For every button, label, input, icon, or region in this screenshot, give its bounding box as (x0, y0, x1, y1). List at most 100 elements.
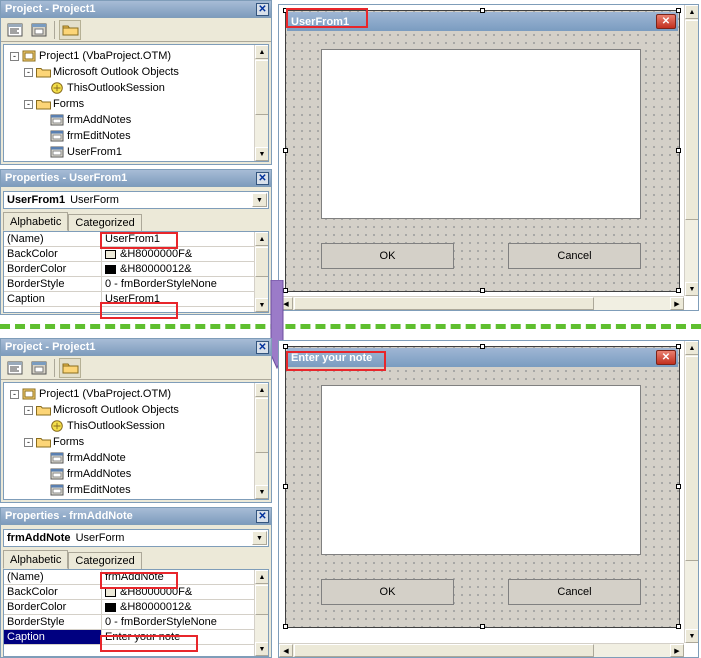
scroll-thumb[interactable] (685, 356, 698, 561)
tree-item[interactable]: frmAddNote (6, 450, 254, 466)
scroll-down-icon[interactable]: ▼ (255, 147, 268, 161)
close-icon[interactable]: ✕ (256, 509, 269, 523)
properties-vscrollbar-bottom[interactable]: ▲ ▼ (254, 570, 268, 656)
scroll-left-icon[interactable]: ◀ (279, 644, 293, 657)
scroll-thumb[interactable] (255, 398, 268, 453)
resize-handle[interactable] (480, 8, 485, 13)
tree-item[interactable]: - Project1 (VbaProject.OTM) (6, 386, 254, 402)
tree-expander-icon[interactable]: - (10, 51, 19, 61)
toggle-folders-button[interactable] (59, 19, 81, 40)
close-icon[interactable]: ✕ (256, 340, 269, 354)
properties-grid-top[interactable]: (Name) UserFrom1 BackColor &H8000000F& Borde… (3, 231, 269, 313)
resize-handle[interactable] (480, 624, 485, 629)
close-icon[interactable]: ✕ (256, 2, 269, 16)
userform-top[interactable]: UserFrom1 ✕ OK Cancel (283, 8, 681, 293)
chevron-down-icon[interactable]: ▼ (252, 531, 267, 545)
tree-expander-icon[interactable]: - (24, 99, 33, 109)
resize-handle[interactable] (283, 148, 288, 153)
tab-alphabetic[interactable]: Alphabetic (3, 550, 69, 569)
scroll-down-icon[interactable]: ▼ (685, 629, 698, 643)
project-tree-bottom[interactable]: - Project1 (VbaProject.OTM) - Microsoft Out… (3, 382, 269, 500)
userform-bottom[interactable]: Enter your note ✕ OK Cancel (283, 344, 681, 629)
tab-categorized[interactable]: Categorized (68, 552, 142, 569)
scroll-up-icon[interactable]: ▲ (255, 232, 268, 246)
scroll-down-icon[interactable]: ▼ (685, 282, 698, 296)
tree-expander-icon[interactable]: - (24, 405, 33, 415)
object-selector-top[interactable]: UserFrom1 UserForm ▼ (3, 191, 269, 209)
scroll-up-icon[interactable]: ▲ (685, 341, 698, 355)
property-row[interactable]: BackColor &H8000000F& (4, 247, 254, 262)
tree-expander-icon[interactable]: - (10, 389, 19, 399)
resize-handle[interactable] (480, 344, 485, 349)
resize-handle[interactable] (283, 624, 288, 629)
resize-handle[interactable] (283, 484, 288, 489)
tree-item[interactable]: frmAddNotes (6, 466, 254, 482)
cancel-button-top[interactable]: Cancel (508, 243, 641, 269)
close-icon[interactable]: ✕ (656, 14, 676, 29)
tree-item[interactable]: UserFrom1 (6, 144, 254, 160)
property-value[interactable]: &H80000012& (102, 600, 254, 614)
designer-hscrollbar-bottom[interactable]: ◀ ▶ (279, 643, 684, 657)
scroll-up-icon[interactable]: ▲ (255, 570, 268, 584)
tree-item[interactable]: - Project1 (VbaProject.OTM) (6, 48, 254, 64)
properties-grid-bottom[interactable]: (Name) frmAddNote BackColor &H8000000F& Bord… (3, 569, 269, 657)
close-icon[interactable]: ✕ (656, 350, 676, 365)
tree-item[interactable]: - Forms (6, 434, 254, 450)
property-row[interactable]: (Name) UserFrom1 (4, 232, 254, 247)
property-value[interactable]: &H8000000F& (102, 585, 254, 599)
design-canvas-bottom[interactable]: Enter your note ✕ OK Cancel (279, 341, 684, 643)
property-row[interactable]: BackColor &H8000000F& (4, 585, 254, 600)
resize-handle[interactable] (283, 8, 288, 13)
tree-item[interactable]: ThisOutlookSession (6, 418, 254, 434)
ok-button-top[interactable]: OK (321, 243, 454, 269)
property-value[interactable]: UserFrom1 (102, 232, 254, 246)
project-tree-vscrollbar-top[interactable]: ▲ ▼ (254, 45, 268, 161)
property-value[interactable]: UserFrom1 (102, 292, 254, 306)
chevron-down-icon[interactable]: ▼ (252, 193, 267, 207)
note-textbox-top[interactable] (321, 49, 641, 219)
property-value[interactable]: 0 - fmBorderStyleNone (102, 615, 254, 629)
scroll-thumb[interactable] (685, 20, 698, 220)
resize-handle[interactable] (676, 148, 681, 153)
view-object-button[interactable] (28, 20, 50, 40)
designer-vscrollbar-bottom[interactable]: ▲ ▼ (684, 341, 698, 643)
design-canvas-top[interactable]: UserFrom1 ✕ OK Cancel (279, 5, 684, 296)
tree-expander-icon[interactable]: - (24, 67, 33, 77)
view-code-button[interactable] (4, 20, 26, 40)
cancel-button-bottom[interactable]: Cancel (508, 579, 641, 605)
tree-item[interactable]: ThisOutlookSession (6, 80, 254, 96)
resize-handle[interactable] (676, 288, 681, 293)
project-tree-vscrollbar-bottom[interactable]: ▲ ▼ (254, 383, 268, 499)
tree-item[interactable]: - Forms (6, 96, 254, 112)
resize-handle[interactable] (676, 344, 681, 349)
view-object-button[interactable] (28, 358, 50, 378)
scroll-down-icon[interactable]: ▼ (255, 642, 268, 656)
property-row[interactable]: BorderColor &H80000012& (4, 262, 254, 277)
scroll-thumb[interactable] (255, 585, 268, 615)
scroll-thumb[interactable] (294, 297, 594, 310)
toggle-folders-button[interactable] (59, 357, 81, 378)
project-tree-top[interactable]: - Project1 (VbaProject.OTM) - Microsoft Out… (3, 44, 269, 162)
resize-handle[interactable] (676, 8, 681, 13)
ok-button-bottom[interactable]: OK (321, 579, 454, 605)
scroll-up-icon[interactable]: ▲ (685, 5, 698, 19)
property-row[interactable]: Caption UserFrom1 (4, 292, 254, 307)
property-value[interactable]: frmAddNote (102, 570, 254, 584)
scroll-thumb[interactable] (255, 247, 268, 277)
scroll-right-icon[interactable]: ▶ (670, 297, 684, 310)
property-value[interactable]: &H8000000F& (102, 247, 254, 261)
tree-item[interactable]: - Microsoft Outlook Objects (6, 402, 254, 418)
property-row[interactable]: BorderStyle 0 - fmBorderStyleNone (4, 615, 254, 630)
object-selector-bottom[interactable]: frmAddNote UserForm ▼ (3, 529, 269, 547)
tree-expander-icon[interactable]: - (24, 437, 33, 447)
tree-item[interactable]: frmAddNotes (6, 112, 254, 128)
property-value[interactable]: 0 - fmBorderStyleNone (102, 277, 254, 291)
tab-alphabetic[interactable]: Alphabetic (3, 212, 69, 231)
resize-handle[interactable] (283, 344, 288, 349)
scroll-thumb[interactable] (255, 60, 268, 115)
property-row[interactable]: (Name) frmAddNote (4, 570, 254, 585)
scroll-right-icon[interactable]: ▶ (670, 644, 684, 657)
tab-categorized[interactable]: Categorized (68, 214, 142, 231)
property-row[interactable]: BorderStyle 0 - fmBorderStyleNone (4, 277, 254, 292)
property-row[interactable]: Caption Enter your note (4, 630, 254, 645)
